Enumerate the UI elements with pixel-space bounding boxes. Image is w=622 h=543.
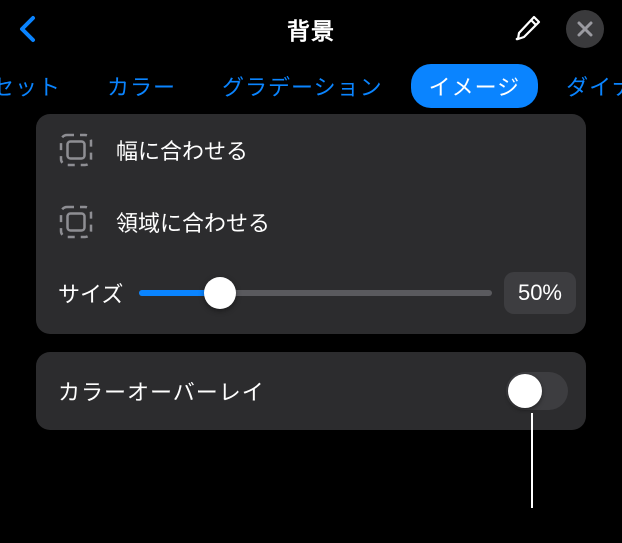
close-button[interactable] xyxy=(566,10,604,48)
header: 背景 xyxy=(0,0,622,58)
eyedropper-icon[interactable] xyxy=(512,14,542,44)
fit-area-icon xyxy=(58,204,94,240)
size-label: サイズ xyxy=(58,277,123,309)
header-right xyxy=(504,10,604,48)
tab-color[interactable]: カラー xyxy=(89,64,194,108)
size-slider[interactable] xyxy=(139,290,492,296)
tab-set[interactable]: セット xyxy=(0,64,79,108)
color-overlay-toggle[interactable] xyxy=(506,372,568,410)
page-title: 背景 xyxy=(287,12,335,46)
fit-width-option[interactable]: 幅に合わせる xyxy=(36,114,586,186)
fit-width-label: 幅に合わせる xyxy=(116,134,248,166)
slider-thumb[interactable] xyxy=(204,277,236,309)
fit-area-label: 領域に合わせる xyxy=(116,206,270,238)
header-left xyxy=(18,15,118,43)
app-root: 背景 セット カラー グラデーション イメージ ダイナミ xyxy=(0,0,622,543)
back-icon[interactable] xyxy=(18,15,38,43)
size-row: サイズ 50% xyxy=(36,258,586,334)
close-icon xyxy=(577,21,593,37)
toggle-knob xyxy=(508,374,542,408)
image-options-panel: 幅に合わせる 領域に合わせる サイズ 50% xyxy=(36,114,586,334)
tab-gradient[interactable]: グラデーション xyxy=(204,64,401,108)
tabs: セット カラー グラデーション イメージ ダイナミ xyxy=(0,58,622,114)
tab-dynamic[interactable]: ダイナミ xyxy=(548,64,622,108)
tab-image[interactable]: イメージ xyxy=(411,64,539,108)
fit-area-option[interactable]: 領域に合わせる xyxy=(36,186,586,258)
callout-line xyxy=(531,413,533,508)
color-overlay-label: カラーオーバーレイ xyxy=(58,375,265,407)
fit-width-icon xyxy=(58,132,94,168)
color-overlay-row: カラーオーバーレイ xyxy=(36,352,586,430)
size-value[interactable]: 50% xyxy=(504,272,576,314)
